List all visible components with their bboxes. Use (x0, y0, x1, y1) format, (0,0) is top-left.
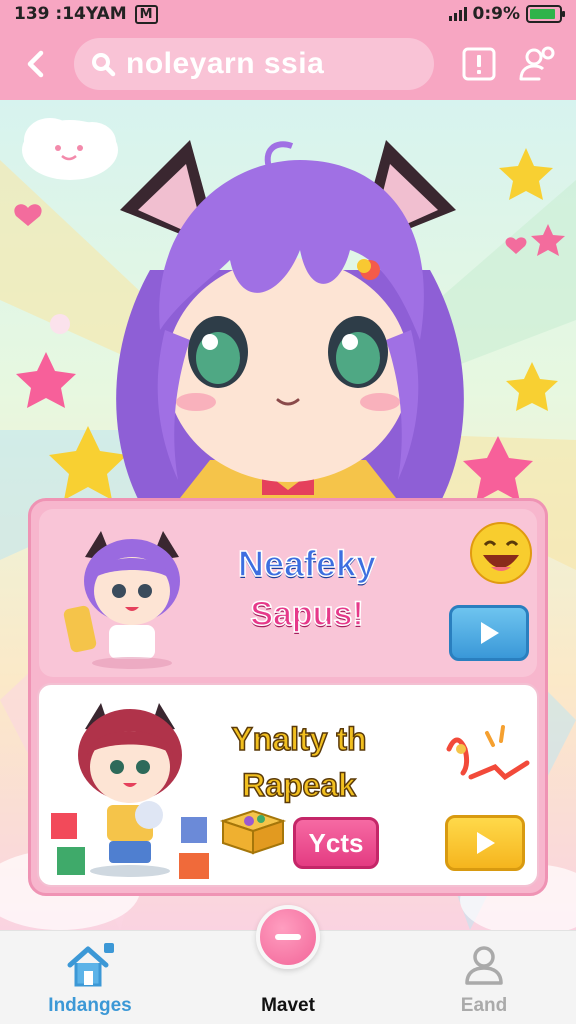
search-input[interactable]: noleyarn ssia (126, 47, 324, 81)
signal-icon (448, 7, 467, 21)
profile-icon (465, 946, 503, 985)
laughing-emoji-icon (470, 522, 532, 584)
cloud-icon (22, 118, 118, 180)
play-icon (481, 622, 499, 644)
battery-percent: 0:9% (472, 4, 521, 24)
card-title-line2: Rapeak (241, 766, 356, 804)
play-icon (477, 832, 495, 854)
card-title-line1: Ynalty th (231, 720, 368, 758)
bottom-nav: Indanges Mavet Eand (0, 905, 576, 1024)
yes-button[interactable]: Ycts (293, 817, 379, 869)
search-box[interactable]: noleyarn ssia (74, 38, 434, 90)
card-title-line1: Neafeky (237, 542, 377, 585)
minus-icon (275, 934, 301, 940)
card-title-line2: Sapus! (250, 594, 365, 634)
user-settings-button[interactable] (512, 39, 562, 89)
play-button[interactable] (449, 605, 529, 661)
card-item[interactable]: Ynalty th Rapeak Ycts (37, 683, 539, 887)
chibi-cat-girl-purple (63, 531, 180, 669)
center-action-button[interactable] (256, 905, 320, 969)
nav-label-center: Mavet (261, 995, 315, 1016)
chibi-cat-girl-red (51, 703, 209, 879)
battery-icon (526, 5, 565, 23)
back-button[interactable] (14, 42, 58, 86)
status-right: 0:9% (448, 4, 565, 24)
card-panel: Neafeky Sapus! Ynalty th Rapeak Ycts (28, 498, 548, 896)
card-item[interactable]: Neafeky Sapus! (39, 509, 537, 677)
alert-icon (462, 47, 496, 81)
rope-knot-icon (446, 725, 530, 781)
battery-fill (530, 9, 556, 19)
search-icon (92, 53, 116, 77)
user-settings-icon (519, 46, 555, 81)
status-time: 139 :14YAM (14, 4, 127, 24)
alert-button[interactable] (454, 39, 504, 89)
nav-item-end[interactable]: Eand (404, 931, 564, 1024)
status-left: 139 :14YAM M (14, 4, 158, 24)
status-bar: 139 :14YAM M 0:9% (0, 0, 576, 28)
back-arrow-icon (27, 50, 44, 78)
carrier-badge: M (134, 4, 158, 24)
nav-label-home: Indanges (48, 995, 132, 1016)
play-button[interactable] (445, 815, 525, 871)
nav-item-home[interactable]: Indanges (10, 931, 170, 1024)
top-bar: noleyarn ssia (0, 28, 576, 100)
gift-box-icon (219, 809, 287, 855)
nav-item-center[interactable]: Mavet (208, 905, 368, 1024)
home-icon (67, 943, 114, 987)
nav-label-end: Eand (460, 995, 508, 1016)
